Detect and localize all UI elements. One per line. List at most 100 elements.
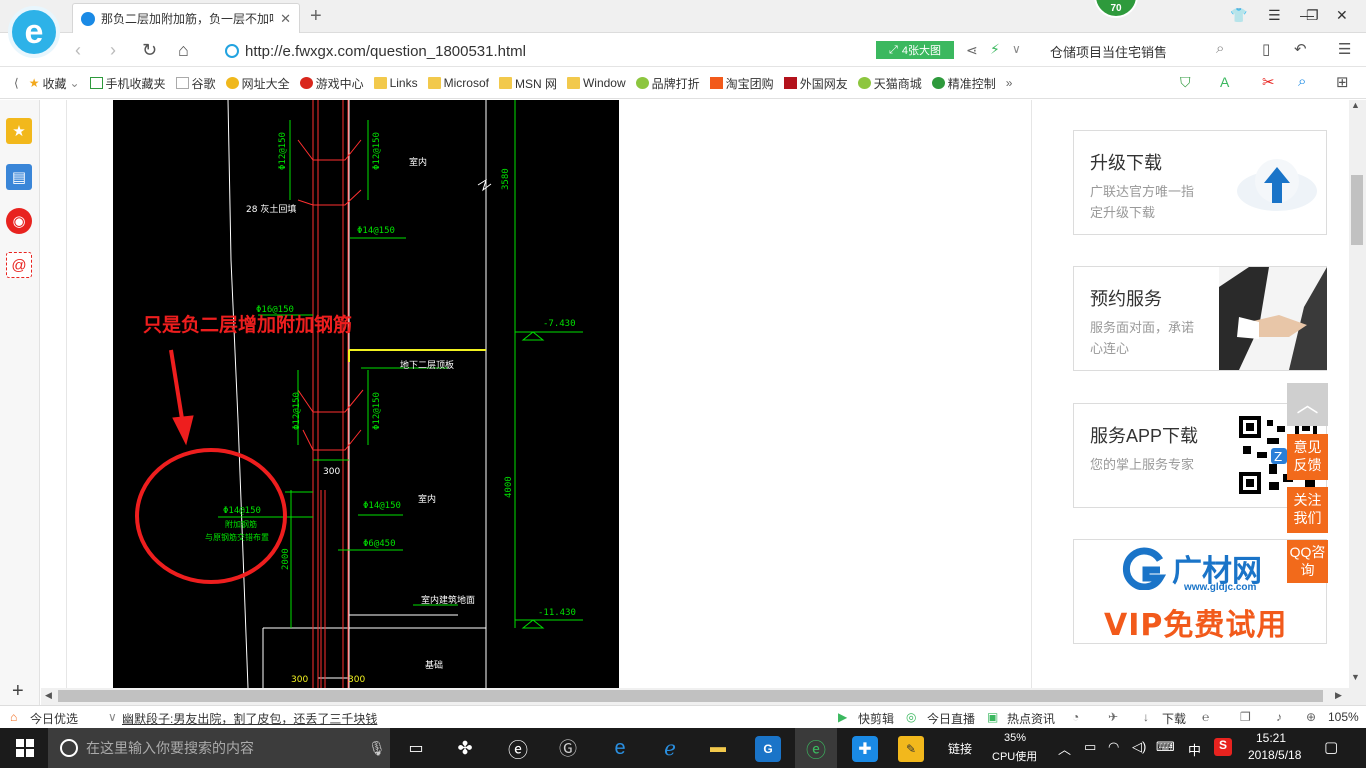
scroll-left-icon[interactable]: ◀ (45, 690, 52, 701)
task-view-icon[interactable]: ▭ (403, 736, 429, 760)
glodon-app-icon[interactable]: Ⓖ (555, 736, 581, 760)
reader-icon[interactable]: ▤ (6, 164, 32, 190)
apps-icon[interactable]: ⊞ (1336, 73, 1349, 91)
pinwheel-app-icon[interactable]: ✤ (452, 736, 478, 760)
wifi-icon[interactable]: ◠ (1108, 739, 1119, 755)
more-bookmarks-icon[interactable]: » (1006, 76, 1013, 90)
ie-icon[interactable]: ℯ (657, 736, 683, 760)
bookmark-tmall[interactable]: 天猫商城 (857, 75, 922, 92)
search-icon[interactable]: ⌕ (1216, 40, 1224, 57)
bookmark-favorites[interactable]: ★ 收藏 ⌄ (29, 75, 80, 92)
search-suggestion[interactable]: 仓储项目当住宅销售 (1050, 42, 1167, 61)
mobile-icon[interactable]: ▯ (1262, 40, 1270, 58)
browser-taskbar-icon[interactable]: ⓔ (505, 736, 531, 762)
url-field[interactable]: http://e.fwxgx.com/question_1800531.html (225, 40, 865, 62)
scroll-right-icon[interactable]: ▶ (1335, 690, 1342, 701)
restore-icon[interactable]: ❐ (1306, 7, 1319, 24)
notification-icon[interactable]: ▢ (1324, 738, 1338, 756)
home-icon[interactable]: ⌂ (178, 40, 189, 61)
refresh-icon[interactable]: ↻ (142, 40, 157, 61)
follow-us-button[interactable]: 关注我们 (1287, 487, 1328, 533)
hscroll-thumb[interactable] (58, 690, 1323, 702)
microphone-icon[interactable]: 🎙 (368, 740, 386, 757)
scroll-down-icon[interactable]: ▼ (1351, 672, 1360, 682)
browser-logo[interactable]: e (8, 6, 60, 58)
bookmark-precise[interactable]: 精准控制 (931, 75, 996, 92)
speed-icon[interactable]: ◔ (1072, 710, 1079, 724)
search-icon[interactable]: ⌕ (1298, 73, 1306, 90)
browser-tab[interactable]: 那负二层加附加筋，负一层不加吗 ✕ (72, 3, 300, 33)
clock-time[interactable]: 15:21 (1256, 731, 1286, 745)
sound-icon[interactable]: ♪ (1276, 710, 1282, 724)
bookmark-site-nav[interactable]: 网址大全 (225, 75, 290, 92)
menu-icon[interactable]: ☰ (1268, 7, 1281, 24)
remote-app-icon[interactable]: ✚ (852, 736, 878, 762)
chevron-down-icon[interactable]: ∨ (1012, 42, 1021, 56)
quick-cut[interactable]: 快剪辑 (858, 710, 894, 727)
start-icon[interactable] (12, 736, 38, 760)
close-window-icon[interactable]: ✕ (1336, 7, 1348, 24)
weibo-icon[interactable]: ◉ (6, 208, 32, 234)
qq-consult-button[interactable]: QQ咨询 (1287, 540, 1328, 583)
bookmark-windows[interactable]: Window (566, 76, 626, 90)
bookmark-games[interactable]: 游戏中心 (299, 75, 364, 92)
bookmark-microsoft[interactable]: Microsof (427, 76, 489, 90)
glodon-icon[interactable]: G (755, 736, 781, 762)
translate-icon[interactable]: A (1220, 74, 1229, 90)
favorites-star-icon[interactable]: ★ (6, 118, 32, 144)
download-label[interactable]: 下载 (1162, 710, 1186, 727)
ie-mode-icon[interactable]: ℮ (1202, 710, 1209, 724)
bookmark-brand-sale[interactable]: 品牌打折 (635, 75, 700, 92)
scroll-thumb[interactable] (1351, 175, 1363, 245)
forward-icon[interactable]: › (110, 40, 116, 61)
bookmark-taobao[interactable]: 淘宝团购 (709, 75, 774, 92)
today-live[interactable]: 今日直播 (927, 710, 975, 727)
scissors-icon[interactable]: ✂ (1262, 73, 1275, 91)
pin-icon[interactable]: ✈ (1108, 710, 1118, 724)
clock-date[interactable]: 2018/5/18 (1248, 748, 1301, 762)
undo-icon[interactable]: ↶ (1294, 40, 1307, 58)
taskbar-search[interactable]: 在这里输入你要搜索的内容 🎙 (48, 728, 390, 768)
lightning-icon[interactable]: ⚡ (990, 41, 1000, 58)
add-sidebar-icon[interactable]: + (12, 680, 24, 703)
zoom-icon[interactable]: ⊕ (1306, 710, 1316, 724)
mail-icon[interactable]: @ (6, 252, 32, 278)
back-to-top-icon[interactable]: ︿ (1287, 383, 1328, 426)
shield-icon[interactable]: ⛉ (1180, 74, 1191, 91)
bookmark-mobile[interactable]: 手机收藏夹 (89, 75, 166, 92)
share-icon[interactable]: ⋖ (966, 42, 978, 59)
back-icon[interactable]: ‹ (75, 40, 81, 61)
links-toolbar[interactable]: 链接 (948, 740, 972, 757)
active-browser-icon[interactable]: ⓔ (795, 728, 837, 768)
bookmark-foreign[interactable]: 外国网友 (783, 75, 848, 92)
scroll-up-icon[interactable]: ▲ (1351, 100, 1360, 110)
tray-up-icon[interactable]: ︿ (1058, 739, 1071, 758)
big-image-button[interactable]: ⤢ 4张大图 (876, 41, 954, 59)
hot-news[interactable]: 热点资讯 (1007, 710, 1055, 727)
horizontal-scrollbar[interactable]: ◀ ▶ (41, 688, 1349, 705)
card-upgrade-download[interactable]: 升级下载 广联达官方唯一指定升级下载 (1073, 130, 1327, 235)
window-icon[interactable]: ❐ (1240, 710, 1251, 724)
more-menu-icon[interactable]: ☰ (1338, 40, 1351, 58)
skin-icon[interactable]: 👕 (1230, 7, 1247, 24)
card-appointment[interactable]: 预约服务 服务面对面，承诺心连心 (1073, 266, 1327, 371)
battery-icon[interactable]: ▭ (1084, 739, 1096, 755)
cad-drawing-image[interactable]: Φ12@150 Φ12@150 3580 Φ14@150 Φ16@150 -7.… (113, 100, 619, 688)
tab-close-icon[interactable]: ✕ (280, 11, 291, 27)
bookmark-google[interactable]: 谷歌 (175, 75, 216, 92)
news-ticker[interactable]: 幽默段子:男友出院，割了皮包，还丢了三千块钱 (122, 710, 377, 727)
sogou-icon[interactable]: S (1214, 738, 1232, 756)
ime-indicator[interactable]: 中 (1188, 740, 1201, 759)
bookmark-msn[interactable]: MSN 网 (498, 75, 557, 92)
feedback-button[interactable]: 意见反馈 (1287, 434, 1328, 480)
explorer-icon[interactable]: ▬ (705, 736, 731, 760)
volume-icon[interactable]: ◁) (1132, 739, 1146, 755)
chevron-down-icon[interactable]: ∨ (108, 710, 117, 724)
zoom-level[interactable]: 105% (1328, 710, 1359, 724)
new-tab-icon[interactable]: + (310, 5, 322, 28)
notes-icon[interactable]: ✎ (898, 736, 924, 762)
keyboard-icon[interactable]: ⌨ (1156, 739, 1175, 755)
vertical-scrollbar[interactable]: ▲ ▼ (1349, 100, 1366, 705)
bookmark-links[interactable]: Links (373, 76, 418, 90)
today-picks[interactable]: 今日优选 (30, 710, 78, 727)
